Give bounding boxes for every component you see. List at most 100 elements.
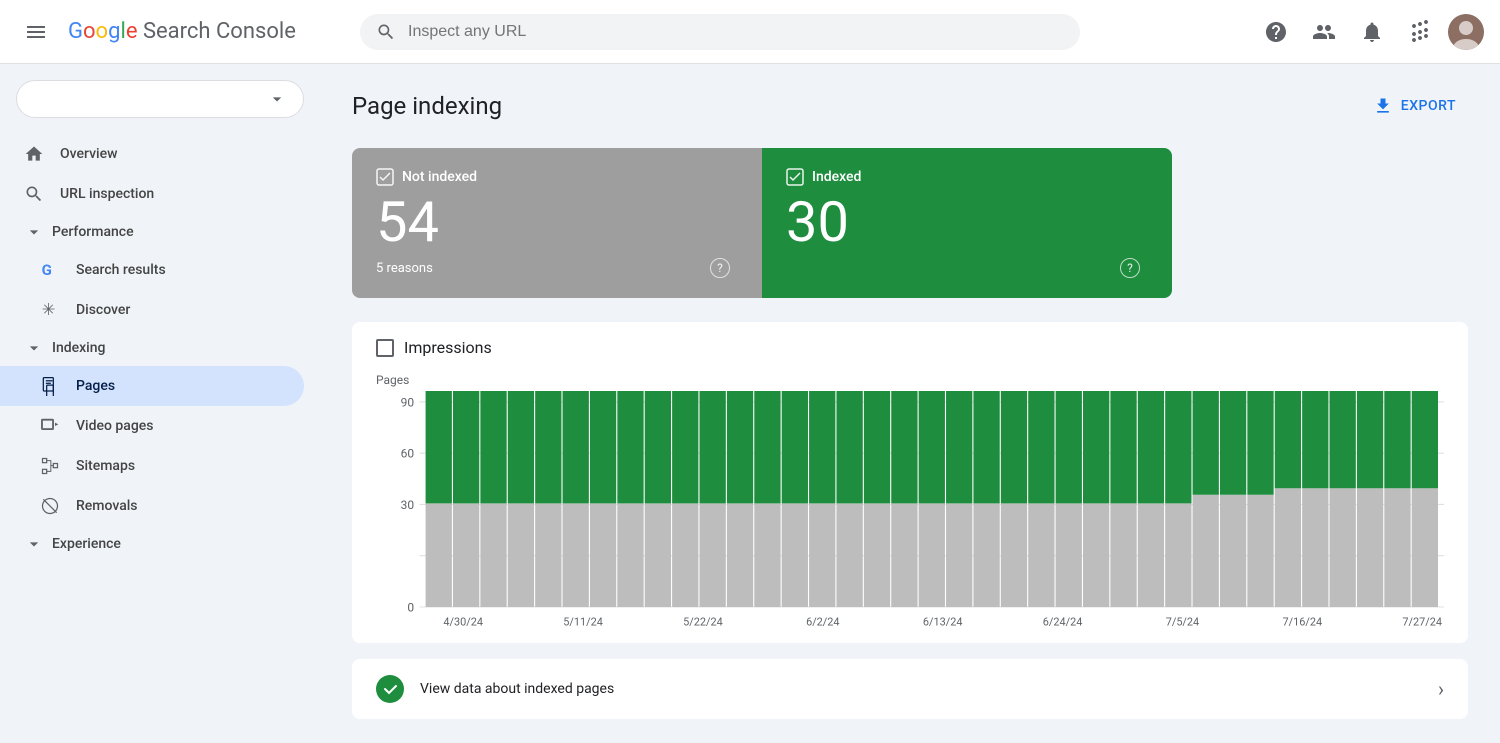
property-selector[interactable]: [16, 80, 304, 118]
sidebar-item-label: Video pages: [76, 418, 153, 434]
svg-text:5/22/24: 5/22/24: [683, 616, 723, 629]
logo-o1: o: [83, 19, 96, 44]
experience-section-header[interactable]: Experience: [0, 526, 320, 562]
sidebar-item-search-results[interactable]: G Search results: [0, 250, 304, 290]
sidebar-item-overview[interactable]: Overview: [0, 134, 304, 174]
logo-e: e: [126, 19, 138, 44]
svg-text:G: G: [42, 261, 52, 279]
indexed-checkbox-icon: [786, 168, 804, 186]
page-title: Page indexing: [352, 92, 502, 120]
svg-text:6/2/24: 6/2/24: [806, 616, 839, 629]
video-pages-icon: [40, 416, 60, 436]
url-inspect-input[interactable]: [408, 23, 1064, 41]
export-button[interactable]: EXPORT: [1361, 88, 1468, 124]
svg-text:✳: ✳: [42, 301, 56, 320]
logo-g2: g: [108, 19, 120, 44]
apps-button[interactable]: [1400, 12, 1440, 52]
check-icon: [382, 681, 398, 697]
sidebar-item-label: Search results: [76, 262, 166, 278]
sidebar: Overview URL inspection Performance G Se…: [0, 64, 320, 743]
checkbox-icon: [376, 168, 394, 186]
svg-text:0: 0: [407, 600, 414, 614]
svg-text:4/30/24: 4/30/24: [443, 616, 483, 629]
not-indexed-reasons: 5 reasons: [376, 261, 433, 276]
not-indexed-help-button[interactable]: ?: [710, 258, 730, 278]
sidebar-item-sitemaps[interactable]: Sitemaps: [0, 446, 304, 486]
experience-section-label: Experience: [52, 536, 121, 552]
header: Google Search Console: [0, 0, 1500, 64]
main-content: Page indexing EXPORT Not indexed 54 5 re…: [320, 64, 1500, 743]
sidebar-item-video-pages[interactable]: Video pages: [0, 406, 304, 446]
chevron-right-icon: ›: [1438, 677, 1444, 701]
hamburger-icon[interactable]: [16, 12, 56, 52]
indexed-header: Indexed: [786, 168, 1140, 186]
google-g-icon: G: [40, 260, 60, 280]
indexed-count: 30: [786, 194, 1140, 250]
export-label: EXPORT: [1401, 98, 1456, 114]
sitemaps-icon: [40, 456, 60, 476]
sidebar-item-url-inspection[interactable]: URL inspection: [0, 174, 304, 214]
chevron-down-icon: [267, 89, 287, 109]
green-check-circle: [376, 675, 404, 703]
logo-o2: o: [96, 19, 109, 44]
logo-rest: Search Console: [137, 19, 295, 44]
sidebar-item-label: Pages: [76, 378, 115, 394]
sidebar-item-pages[interactable]: Pages: [0, 366, 304, 406]
bar-chart: 90 60 30 0 4/30/24 5/11/24 5/22/24 6/2/2…: [376, 391, 1444, 631]
search-bar: [360, 14, 1080, 50]
index-cards: Not indexed 54 5 reasons ? Indexed 30: [352, 148, 1172, 298]
asterisk-icon: ✳: [40, 300, 60, 320]
svg-text:90: 90: [401, 395, 415, 409]
indexed-footer: ?: [786, 258, 1140, 278]
bottom-card-left: View data about indexed pages: [376, 675, 614, 703]
sidebar-item-label: URL inspection: [60, 186, 154, 202]
home-icon: [24, 144, 44, 164]
not-indexed-footer: 5 reasons ?: [376, 258, 730, 278]
pages-icon: [40, 376, 60, 396]
bottom-card-text: View data about indexed pages: [420, 681, 614, 697]
download-icon: [1373, 96, 1393, 116]
chevron-down-indexing-icon: [24, 338, 44, 358]
indexed-help-button[interactable]: ?: [1120, 258, 1140, 278]
indexing-section-label: Indexing: [52, 340, 105, 356]
header-right: [1256, 12, 1484, 52]
sidebar-item-label: Sitemaps: [76, 458, 135, 474]
svg-text:7/5/24: 7/5/24: [1166, 616, 1199, 629]
header-left: Google Search Console: [16, 12, 336, 52]
chart-y-label: Pages: [376, 373, 1444, 387]
indexing-section-header[interactable]: Indexing: [0, 330, 320, 366]
accounts-button[interactable]: [1304, 12, 1344, 52]
chevron-down-experience-icon: [24, 534, 44, 554]
svg-text:6/24/24: 6/24/24: [1043, 616, 1083, 629]
svg-text:5/11/24: 5/11/24: [563, 616, 603, 629]
help-button[interactable]: [1256, 12, 1296, 52]
indexed-label: Indexed: [812, 169, 861, 185]
svg-text:60: 60: [401, 447, 415, 461]
logo: Google Search Console: [68, 19, 296, 44]
svg-text:30: 30: [401, 498, 415, 512]
sidebar-item-discover[interactable]: ✳ Discover: [0, 290, 304, 330]
indexed-card: Indexed 30 ?: [762, 148, 1172, 298]
logo-g: G: [68, 19, 83, 44]
performance-section-header[interactable]: Performance: [0, 214, 320, 250]
svg-text:6/13/24: 6/13/24: [923, 616, 963, 629]
svg-text:7/27/24: 7/27/24: [1402, 616, 1442, 629]
view-indexed-pages-card[interactable]: View data about indexed pages ›: [352, 659, 1468, 719]
performance-section-label: Performance: [52, 224, 134, 240]
search-icon: [376, 22, 396, 42]
layout: Overview URL inspection Performance G Se…: [0, 64, 1500, 743]
page-header: Page indexing EXPORT: [352, 88, 1468, 124]
notifications-button[interactable]: [1352, 12, 1392, 52]
impressions-label: Impressions: [404, 338, 492, 357]
not-indexed-header: Not indexed: [376, 168, 730, 186]
avatar[interactable]: [1448, 14, 1484, 50]
not-indexed-count: 54: [376, 194, 730, 250]
not-indexed-label: Not indexed: [402, 169, 477, 185]
impressions-checkbox[interactable]: [376, 339, 394, 357]
removals-icon: [40, 496, 60, 516]
sidebar-item-label: Discover: [76, 302, 130, 318]
not-indexed-card: Not indexed 54 5 reasons ?: [352, 148, 762, 298]
svg-text:7/16/24: 7/16/24: [1283, 616, 1323, 629]
chevron-down-small-icon: [24, 222, 44, 242]
sidebar-item-removals[interactable]: Removals: [0, 486, 304, 526]
